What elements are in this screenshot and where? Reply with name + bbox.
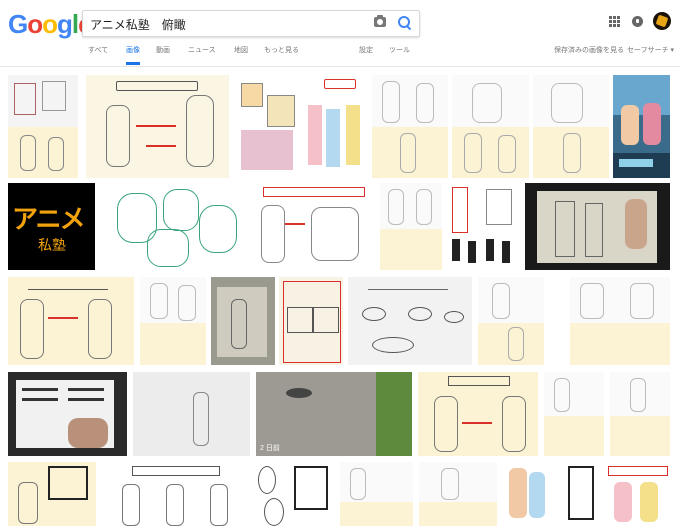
image-result[interactable] [544, 372, 604, 456]
image-result[interactable] [419, 462, 497, 526]
saved-images-link[interactable]: 保存済みの画像を見る [554, 45, 624, 55]
notifications-icon[interactable] [632, 16, 643, 27]
settings-link[interactable]: 設定 [359, 45, 373, 55]
header: Google アニメ私塾 俯瞰 すべて 画像 動画 ニュース 地図 もっと見る … [0, 0, 680, 67]
tab-videos[interactable]: 動画 [156, 45, 170, 55]
image-result[interactable] [8, 462, 96, 526]
image-result[interactable]: 2 日前 [256, 372, 412, 456]
image-result[interactable] [348, 277, 472, 365]
image-result[interactable] [279, 277, 343, 365]
image-result[interactable] [533, 75, 609, 178]
image-result[interactable] [86, 75, 229, 178]
anime-logo-text: アニメ [12, 204, 85, 234]
tab-more[interactable]: もっと見る [264, 45, 299, 55]
image-result[interactable] [503, 462, 553, 526]
image-result[interactable] [418, 372, 538, 456]
safesearch-menu[interactable]: セーフサーチ ▾ [627, 45, 674, 55]
tab-maps[interactable]: 地図 [234, 45, 248, 55]
logo-letter-g2: g [57, 9, 73, 39]
tools-link[interactable]: ツール [389, 45, 410, 55]
image-result[interactable] [558, 462, 598, 526]
tab-all[interactable]: すべて [88, 45, 108, 55]
apps-grid-icon[interactable] [609, 16, 620, 27]
image-result[interactable] [613, 75, 670, 178]
image-result[interactable] [101, 183, 245, 270]
avatar[interactable] [653, 12, 671, 30]
image-result[interactable] [604, 462, 670, 526]
image-result[interactable] [8, 75, 78, 178]
image-result[interactable] [610, 372, 670, 456]
image-result[interactable] [446, 183, 519, 270]
google-logo[interactable]: Google [8, 9, 93, 40]
tab-news[interactable]: ニュース [188, 45, 216, 55]
search-input[interactable]: アニメ私塾 俯瞰 [90, 16, 186, 33]
search-box[interactable]: アニメ私塾 俯瞰 [82, 10, 420, 37]
image-results-grid: アニメ 私塾 2 日前 [0, 70, 680, 526]
camera-icon[interactable] [374, 15, 386, 27]
logo-letter-g: G [8, 9, 28, 39]
image-result[interactable] [478, 277, 544, 365]
tab-images[interactable]: 画像 [126, 45, 140, 65]
image-result[interactable] [570, 277, 670, 365]
image-result[interactable] [237, 75, 299, 178]
image-result[interactable] [452, 75, 529, 178]
image-result[interactable] [251, 183, 374, 270]
image-result[interactable]: アニメ 私塾 [8, 183, 95, 270]
search-button[interactable] [395, 13, 415, 33]
image-result[interactable] [525, 183, 670, 270]
image-result[interactable] [211, 277, 275, 365]
image-result[interactable] [8, 277, 134, 365]
video-date-badge: 2 日前 [260, 445, 280, 452]
image-result[interactable] [372, 75, 448, 178]
logo-letter-o2: o [42, 9, 58, 39]
image-result[interactable] [102, 462, 248, 526]
anime-logo-subtitle: 私塾 [38, 237, 66, 253]
logo-letter-o1: o [27, 9, 43, 39]
image-result[interactable] [380, 183, 442, 270]
image-result[interactable] [340, 462, 413, 526]
image-result[interactable] [302, 75, 368, 178]
image-result[interactable] [254, 462, 334, 526]
image-result[interactable] [140, 277, 206, 365]
image-result[interactable] [8, 372, 127, 456]
image-result[interactable] [133, 372, 250, 456]
